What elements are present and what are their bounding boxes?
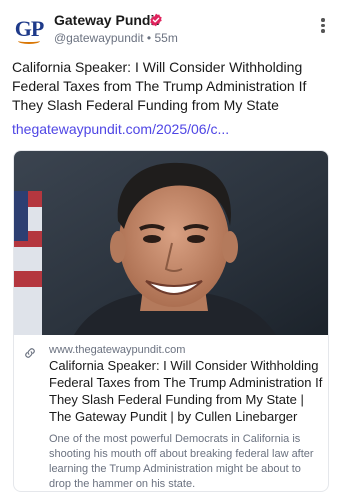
- post-link[interactable]: thegatewaypundit.com/2025/06/c...: [12, 121, 229, 137]
- verified-badge-icon: [150, 13, 162, 27]
- post-time[interactable]: 55m: [154, 31, 177, 45]
- card-title[interactable]: California Speaker: I Will Consider With…: [49, 357, 323, 425]
- card-image[interactable]: [14, 151, 328, 335]
- post-text: California Speaker: I Will Consider With…: [12, 59, 307, 113]
- avatar-logo-text: GP: [14, 16, 45, 41]
- link-preview-card[interactable]: www.thegatewaypundit.com California Spea…: [13, 150, 329, 492]
- link-icon: [25, 348, 35, 358]
- post-header: GP Gateway Pundit @gatewaypundit • 55m: [12, 12, 329, 48]
- more-options-icon[interactable]: [317, 18, 329, 36]
- author-handle[interactable]: @gatewaypundit: [54, 31, 144, 45]
- card-description: One of the most powerful Democrats in Ca…: [49, 433, 314, 490]
- avatar-swoosh: [18, 38, 40, 44]
- card-domain: www.thegatewaypundit.com: [49, 344, 186, 356]
- avatar[interactable]: GP: [12, 14, 46, 48]
- author-name[interactable]: Gateway Pundit: [54, 12, 159, 28]
- author-meta: @gatewaypundit • 55m: [54, 31, 178, 45]
